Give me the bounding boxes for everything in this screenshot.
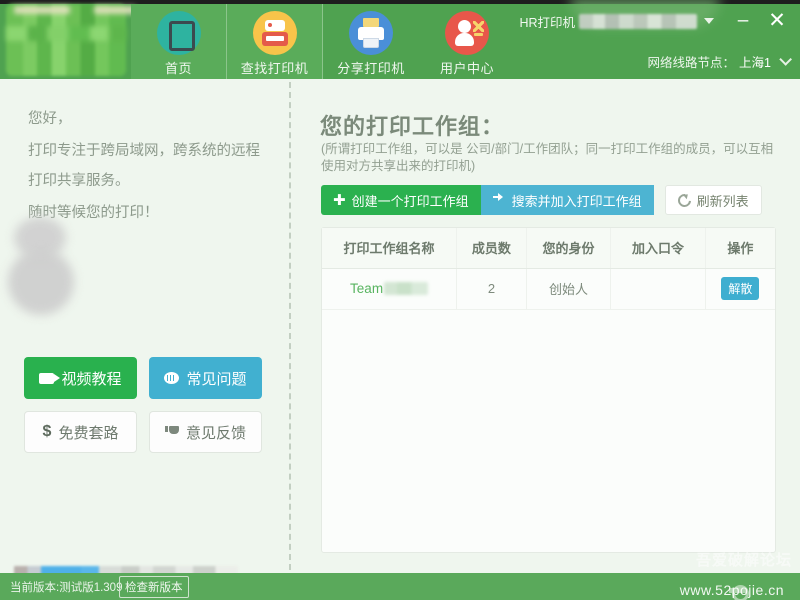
- tab-find-printer[interactable]: 查找打印机: [227, 4, 323, 79]
- workgroup-table-container: 打印工作组名称 成员数 您的身份 加入口令 操作 Team 2 创始人 解散: [321, 227, 776, 553]
- main-content: 您的打印工作组： (所谓打印工作组，可以是 公司/部门/工作团队；同一打印工作组…: [300, 79, 800, 569]
- cell-member-count: 2: [456, 268, 527, 310]
- tab-home-label: 首页: [164, 61, 192, 76]
- greeting-line-3: 随时等候您的打印！: [28, 205, 159, 221]
- tab-home[interactable]: 首页: [131, 4, 227, 79]
- greeting-line-2: 打印专注于跨局域网，跨系统的远程打印共享服务。: [28, 143, 260, 189]
- dismiss-workgroup-button[interactable]: 解散: [721, 277, 760, 300]
- redaction-blob-lower: [8, 249, 74, 315]
- create-workgroup-button[interactable]: ✚ 创建一个打印工作组: [321, 185, 481, 215]
- video-tutorial-button[interactable]: 视频教程: [24, 357, 137, 399]
- cell-workgroup-name: Team: [322, 268, 458, 310]
- account-selector[interactable]: HR打印机: [519, 8, 714, 34]
- app-header: 首页 查找打印机 分享打印机 用户中心 HR打印机 – ✕ 网络线路节点： 上海…: [0, 0, 800, 79]
- chevron-down-icon: [779, 53, 792, 66]
- plus-icon: ✚: [333, 191, 346, 209]
- cell-action: 解散: [705, 268, 775, 310]
- find-printer-icon: [252, 11, 297, 55]
- tab-user-center[interactable]: 用户中心: [419, 4, 515, 79]
- create-workgroup-label: 创建一个打印工作组: [351, 193, 469, 209]
- sidebar-button-grid: 视频教程 常见问题 $ 免费套路 意见反馈: [24, 357, 274, 453]
- workgroup-table: 打印工作组名称 成员数 您的身份 加入口令 操作 Team 2 创始人 解散: [322, 228, 775, 310]
- tab-share-printer-label: 分享打印机: [337, 61, 405, 76]
- workgroup-name-redacted: [384, 282, 429, 295]
- table-header-row: 打印工作组名称 成员数 您的身份 加入口令 操作: [322, 228, 775, 269]
- share-printer-icon: [349, 11, 393, 55]
- action-toolbar: ✚ 创建一个打印工作组 搜索并加入打印工作组 刷新列表: [321, 185, 762, 215]
- home-icon: [156, 11, 201, 55]
- status-bar: 当前版本:测试版1.309 检查新版本 www.52pojie.cn: [0, 573, 800, 600]
- check-update-button[interactable]: 检查新版本: [119, 576, 189, 598]
- minimize-button[interactable]: –: [730, 9, 756, 33]
- network-node-label: 网络线路节点：: [647, 56, 736, 70]
- faq-label: 常见问题: [186, 370, 247, 388]
- video-tutorial-label: 视频教程: [61, 370, 122, 388]
- dollar-icon: $: [42, 423, 52, 440]
- main-navigation: 首页 查找打印机 分享打印机 用户中心: [131, 4, 515, 79]
- account-name-redacted: [579, 13, 697, 29]
- user-center-icon: [445, 11, 489, 55]
- greeting-line-1: 您好，: [28, 111, 72, 127]
- account-label: HR打印机: [519, 15, 575, 30]
- greeting-text: 您好， 打印专注于跨局域网，跨系统的远程打印共享服务。 随时等候您的打印！: [28, 104, 273, 228]
- tab-share-printer[interactable]: 分享打印机: [323, 4, 419, 79]
- column-header-action: 操作: [705, 228, 775, 269]
- left-sidebar: 您好， 打印专注于跨局域网，跨系统的远程打印共享服务。 随时等候您的打印！ 视频…: [0, 79, 290, 600]
- free-plan-label: 免费套路: [58, 424, 119, 442]
- refresh-icon: [674, 190, 694, 210]
- faq-icon: [164, 372, 180, 384]
- column-header-role: 您的身份: [526, 228, 612, 269]
- app-logo: [6, 4, 136, 76]
- refresh-list-button[interactable]: 刷新列表: [664, 185, 762, 215]
- feedback-label: 意见反馈: [185, 424, 246, 442]
- column-header-name: 打印工作组名称: [322, 228, 458, 269]
- thumb-icon: [164, 426, 179, 438]
- refresh-list-label: 刷新列表: [696, 193, 749, 209]
- column-header-members: 成员数: [456, 228, 527, 269]
- cell-join-password: [610, 268, 706, 310]
- cell-role: 创始人: [526, 268, 612, 310]
- tab-user-center-label: 用户中心: [439, 61, 494, 76]
- search-join-workgroup-button[interactable]: 搜索并加入打印工作组: [480, 185, 654, 215]
- faq-button[interactable]: 常见问题: [149, 357, 262, 399]
- panel-divider: [289, 82, 291, 570]
- chevron-down-icon: [704, 18, 714, 24]
- page-description: (所谓打印工作组，可以是 公司/部门/工作团队；同一打印工作组的成员，可以互相使…: [321, 142, 774, 173]
- table-row[interactable]: Team 2 创始人 解散: [322, 268, 775, 310]
- logo-glare-left: [14, 6, 70, 14]
- search-join-workgroup-label: 搜索并加入打印工作组: [511, 193, 642, 209]
- close-button[interactable]: ✕: [764, 9, 790, 33]
- tab-find-printer-label: 查找打印机: [240, 61, 309, 76]
- network-node-value: 上海1: [739, 56, 771, 70]
- page-title: 您的打印工作组：: [320, 114, 505, 139]
- column-header-password: 加入口令: [610, 228, 706, 269]
- feedback-button[interactable]: 意见反馈: [149, 411, 262, 453]
- watermark-url: www.52pojie.cn: [679, 582, 784, 598]
- version-text: 当前版本:测试版1.309: [10, 582, 123, 594]
- enter-arrow-icon: [492, 193, 506, 206]
- free-plan-button[interactable]: $ 免费套路: [24, 411, 137, 453]
- watermark-title: 吾爱破解论坛: [695, 552, 792, 569]
- workgroup-name-text: Team: [350, 281, 384, 296]
- logo-glare-right: [94, 6, 136, 14]
- video-icon: [39, 372, 61, 384]
- network-node-selector[interactable]: 网络线路节点： 上海1: [647, 52, 792, 71]
